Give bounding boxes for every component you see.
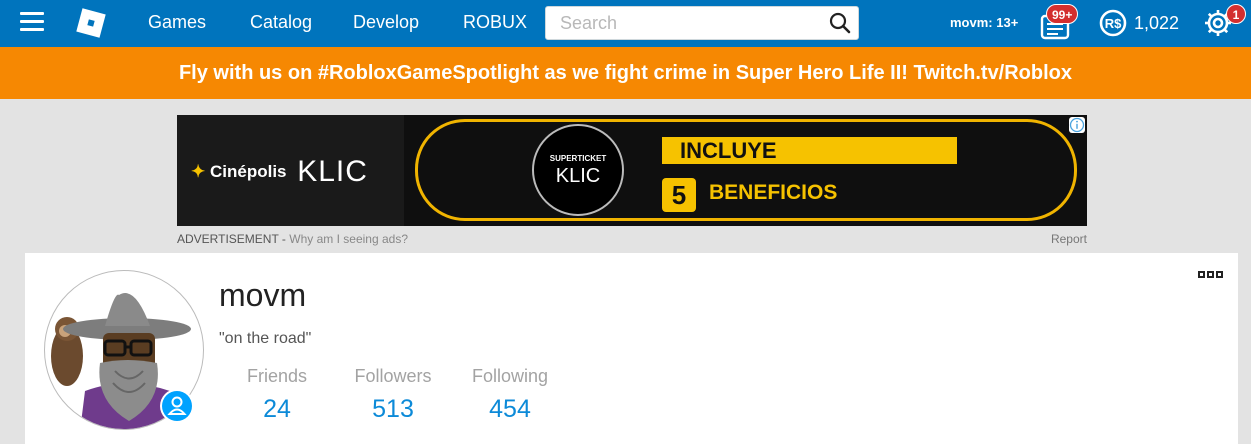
- report-ad-link[interactable]: Report: [1051, 232, 1087, 246]
- stat-friends-label: Friends: [246, 366, 308, 386]
- top-navigation-bar: Games Catalog Develop ROBUX movm: 13+ 99…: [0, 0, 1251, 47]
- ad-brand-logo: ✦ Cinépolis KLIC: [191, 155, 368, 189]
- advertisement-banner[interactable]: ✦ Cinépolis KLIC SUPERTICKET KLIC INCLUY…: [177, 115, 1087, 226]
- promo-banner[interactable]: Fly with us on #RobloxGameSpotlight as w…: [0, 47, 1251, 99]
- ad-brand-panel: ✦ Cinépolis KLIC: [177, 115, 404, 226]
- stat-followers-label: Followers: [354, 366, 432, 386]
- nav-link-develop[interactable]: Develop: [353, 12, 419, 33]
- profile-user-icon[interactable]: [160, 389, 194, 423]
- ad-meta-row: ADVERTISEMENT - Why am I seeing ads? Rep…: [177, 232, 1087, 248]
- search-icon[interactable]: [828, 11, 852, 35]
- stat-following-count[interactable]: 454: [455, 395, 565, 424]
- ad-headline: INCLUYE: [662, 137, 957, 164]
- settings-notification-badge: 1: [1226, 4, 1246, 24]
- star-icon: ✦: [191, 162, 206, 181]
- more-options-icon[interactable]: [1198, 265, 1228, 278]
- search-input[interactable]: [546, 7, 816, 39]
- robux-balance[interactable]: 1,022: [1134, 13, 1179, 34]
- roblox-logo-icon[interactable]: [76, 8, 106, 38]
- ad-number: 5: [662, 178, 696, 212]
- stat-followers[interactable]: Followers 513: [338, 366, 448, 424]
- ad-badge-top: SUPERTICKET: [549, 154, 607, 163]
- menu-icon[interactable]: [20, 12, 44, 32]
- stat-friends-count[interactable]: 24: [222, 395, 332, 424]
- svg-text:R$: R$: [1105, 16, 1122, 31]
- search-box: [545, 6, 859, 40]
- stat-followers-count[interactable]: 513: [338, 395, 448, 424]
- ad-brand-name: Cinépolis: [209, 162, 287, 181]
- why-ads-link[interactable]: Why am I seeing ads?: [289, 232, 408, 246]
- ad-frame: [415, 119, 1077, 221]
- robux-icon[interactable]: R$: [1098, 8, 1128, 38]
- nav-link-robux[interactable]: ROBUX: [463, 12, 527, 33]
- profile-username: movm: [219, 277, 307, 313]
- profile-header-card: movm "on the road" Friends 24 Followers …: [25, 253, 1238, 444]
- ad-label: ADVERTISEMENT: [177, 232, 279, 246]
- ad-info-icon[interactable]: [1069, 117, 1085, 133]
- nav-link-games[interactable]: Games: [148, 12, 206, 33]
- ad-badge-bottom: KLIC: [555, 165, 601, 187]
- ad-subline: BENEFICIOS: [709, 181, 838, 204]
- stat-friends[interactable]: Friends 24: [222, 366, 332, 424]
- messages-count-badge: 99+: [1046, 4, 1079, 24]
- nav-link-catalog[interactable]: Catalog: [250, 12, 312, 33]
- user-age-label[interactable]: movm: 13+: [950, 15, 1018, 30]
- profile-status: "on the road": [219, 330, 312, 347]
- stat-following-label: Following: [471, 366, 549, 386]
- stat-following[interactable]: Following 454: [455, 366, 565, 424]
- ad-superticket-badge: SUPERTICKET KLIC: [532, 124, 624, 216]
- ad-brand-product: KLIC: [297, 155, 368, 188]
